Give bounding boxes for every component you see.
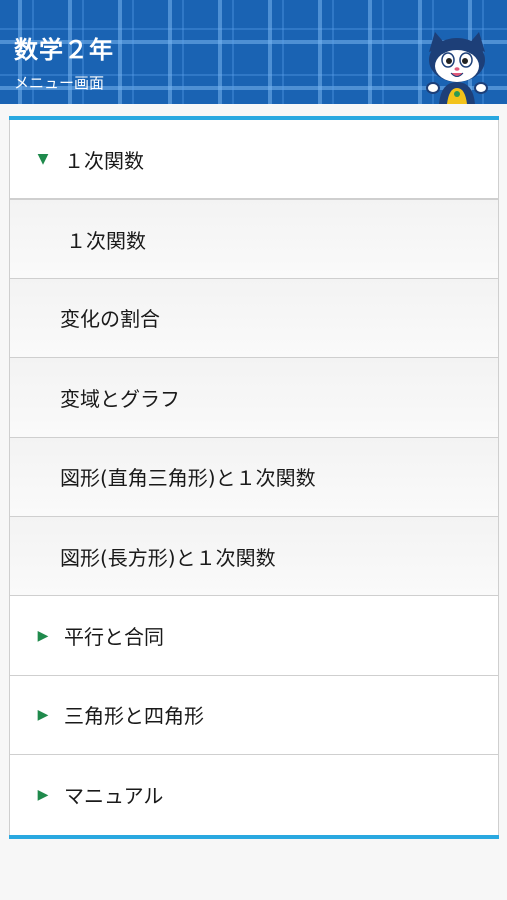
menu-item-rectangle-figure[interactable]: 図形(長方形)と１次関数 bbox=[9, 516, 499, 597]
menu-section-label: マニュアル bbox=[64, 784, 164, 809]
menu-list: ▼ １次関数 １次関数 変化の割合 変域とグラフ 図形(直角三角形)と１次関数 … bbox=[9, 116, 499, 839]
menu-section-parallel-congruence[interactable]: ▶ 平行と合同 bbox=[9, 596, 499, 676]
menu-section-linear-function[interactable]: ▼ １次関数 bbox=[9, 120, 499, 200]
menu-item-label: １次関数 bbox=[66, 228, 146, 253]
expanded-triangle-icon: ▼ bbox=[37, 151, 49, 168]
cat-mascot-icon bbox=[426, 32, 488, 104]
app-header: 数学２年 メニュー画面 bbox=[0, 0, 507, 104]
app-title: 数学２年 bbox=[14, 36, 114, 64]
menu-item-rate-of-change[interactable]: 変化の割合 bbox=[9, 278, 499, 359]
collapsed-triangle-icon: ▶ bbox=[37, 786, 49, 803]
menu-item-label: 変域とグラフ bbox=[60, 386, 180, 411]
menu-section-label: １次関数 bbox=[64, 148, 144, 173]
collapsed-triangle-icon: ▶ bbox=[37, 706, 49, 723]
menu-item-right-triangle-figure[interactable]: 図形(直角三角形)と１次関数 bbox=[9, 437, 499, 517]
menu-item-domain-and-graph[interactable]: 変域とグラフ bbox=[9, 358, 499, 438]
menu-section-label: 平行と合同 bbox=[64, 625, 164, 650]
menu-item-label: 図形(長方形)と１次関数 bbox=[60, 545, 276, 570]
page-subtitle: メニュー画面 bbox=[14, 74, 105, 92]
menu-item-label: 変化の割合 bbox=[60, 307, 160, 332]
menu-section-label: 三角形と四角形 bbox=[64, 704, 204, 729]
collapsed-triangle-icon: ▶ bbox=[37, 627, 49, 644]
menu-section-triangles-quadrilaterals[interactable]: ▶ 三角形と四角形 bbox=[9, 675, 499, 756]
menu-section-manual[interactable]: ▶ マニュアル bbox=[9, 755, 499, 835]
menu-item-label: 図形(直角三角形)と１次関数 bbox=[60, 466, 316, 491]
menu-item-linear-function[interactable]: １次関数 bbox=[9, 199, 499, 279]
